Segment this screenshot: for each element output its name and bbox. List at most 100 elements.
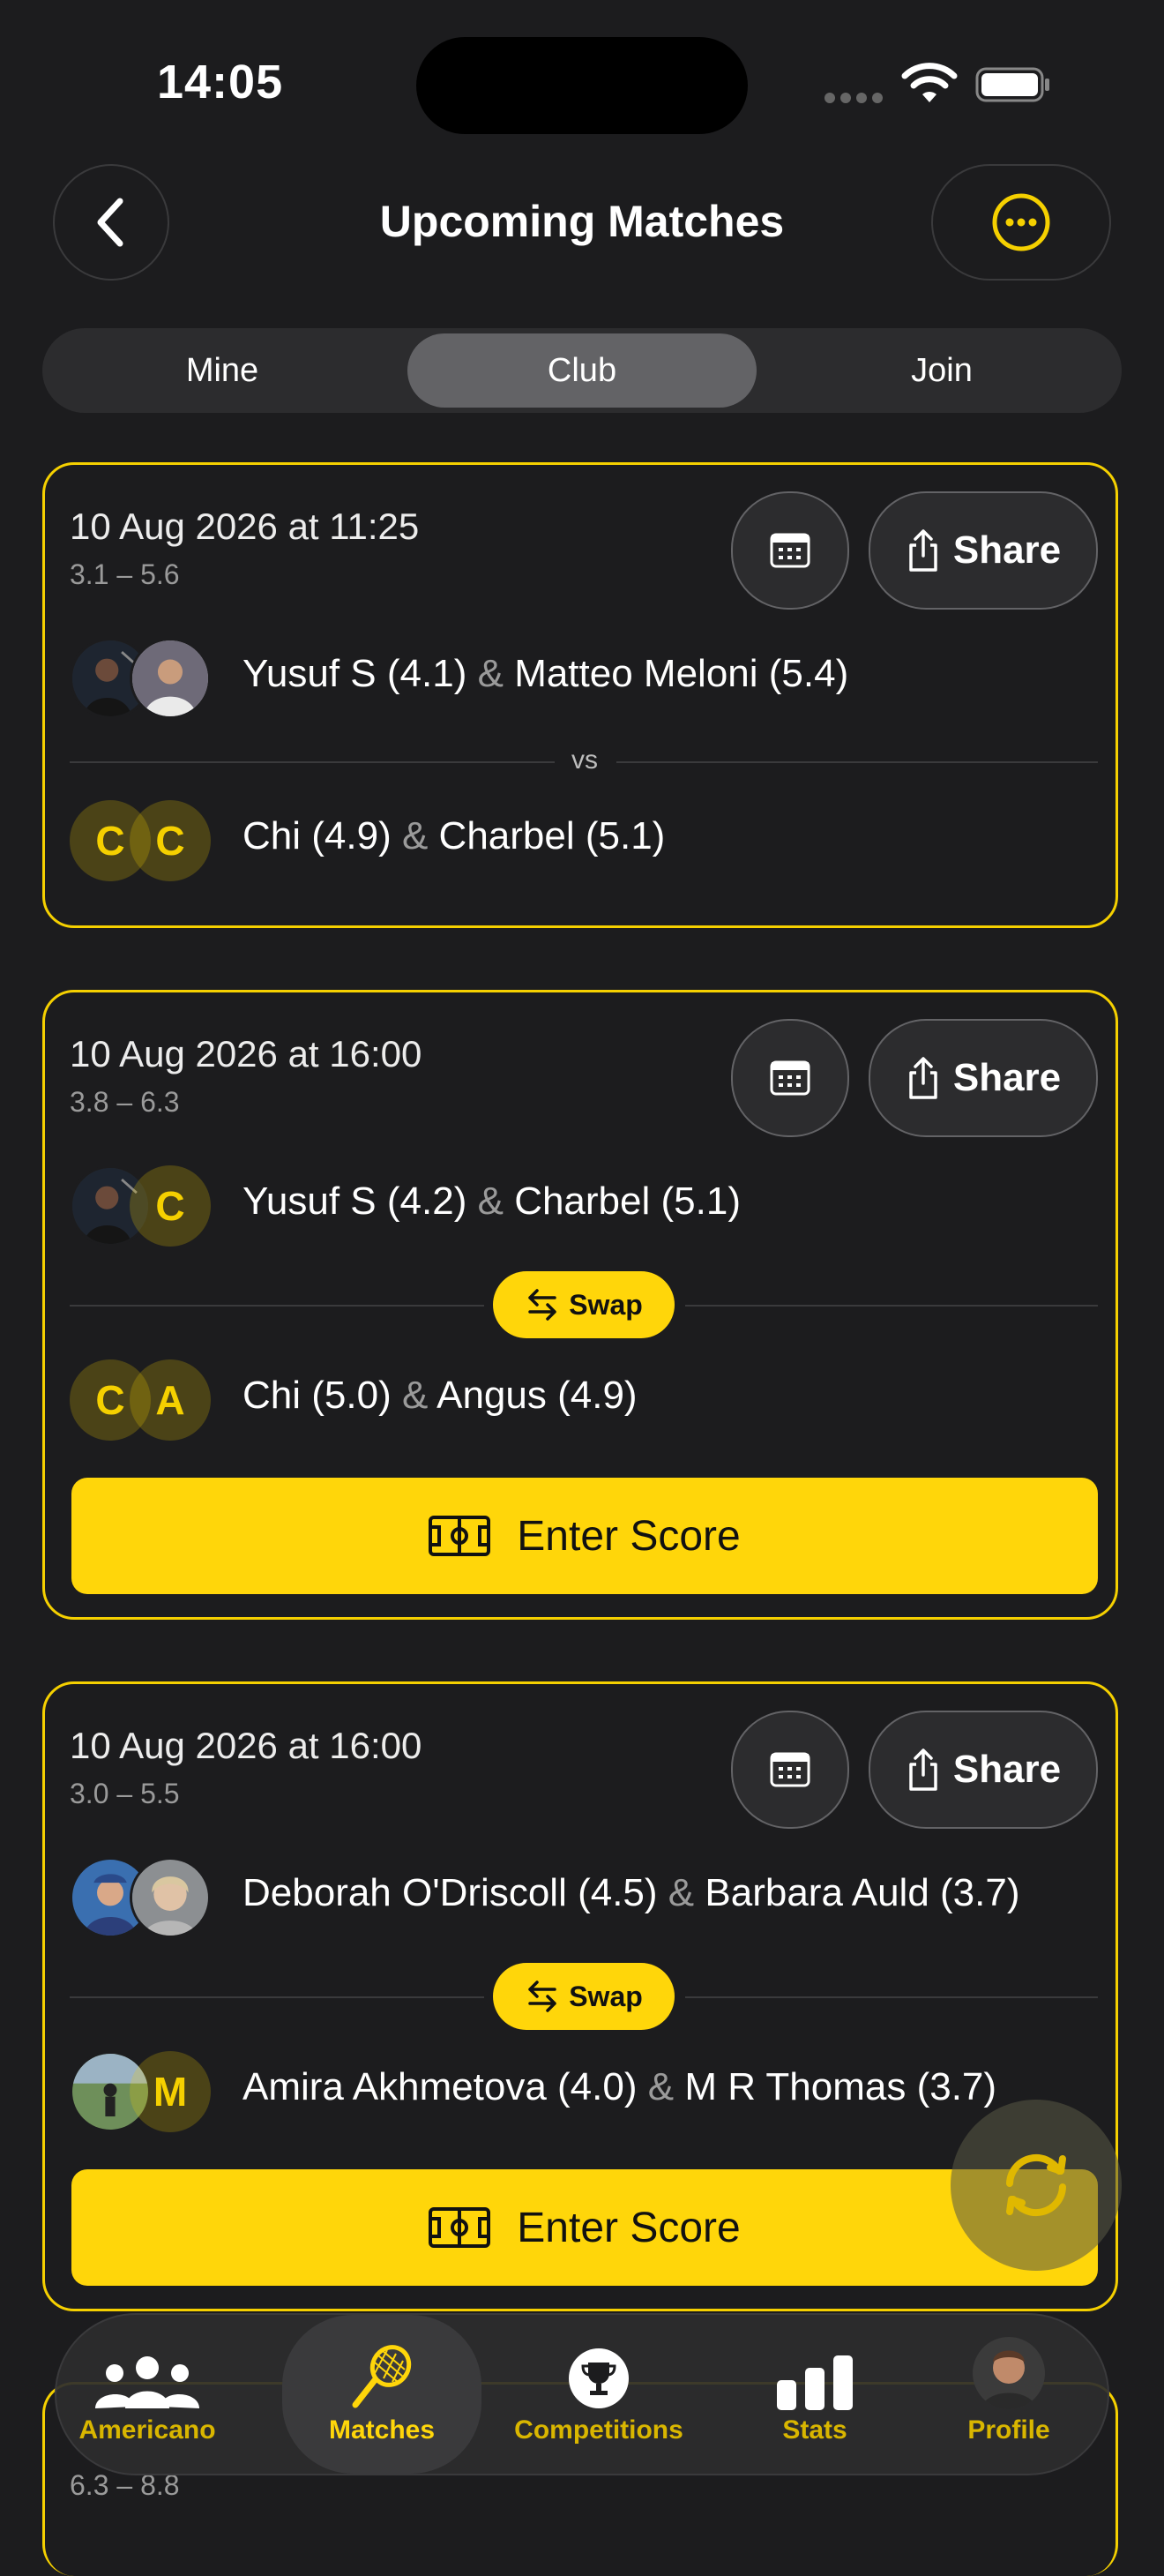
share-label: Share: [952, 1748, 1062, 1791]
player-name: Matteo Meloni (5.4): [514, 652, 849, 695]
bar-chart-icon: [777, 2355, 853, 2410]
team-2-players: Chi (5.0) & Angus (4.9): [242, 1374, 638, 1418]
tab-stats[interactable]: Stats: [727, 2315, 903, 2474]
add-to-calendar-button[interactable]: [731, 1019, 849, 1137]
enter-score-button[interactable]: Enter Score: [71, 2169, 1098, 2286]
swap-teams-button[interactable]: Swap: [493, 1963, 675, 2030]
team-1-players: Yusuf S (4.1) & Matteo Meloni (5.4): [242, 652, 848, 696]
court-icon: [429, 1516, 491, 1556]
vs-label: vs: [571, 745, 598, 775]
ampersand: &: [647, 2065, 675, 2108]
share-label: Share: [952, 528, 1062, 572]
player-name: Amira Akhmetova (4.0): [242, 2065, 638, 2108]
tab-matches[interactable]: Matches: [282, 2315, 481, 2474]
divider: [70, 1996, 484, 1998]
tab-label: Matches: [328, 2415, 436, 2445]
ampersand: &: [477, 652, 504, 695]
court-icon: [429, 2207, 491, 2248]
share-icon: [909, 529, 937, 572]
swap-teams-button[interactable]: Swap: [493, 1271, 675, 1338]
team-1-players: Yusuf S (4.2) & Charbel (5.1): [242, 1179, 741, 1224]
divider: [685, 1996, 1098, 1998]
more-options-button[interactable]: [931, 164, 1111, 281]
divider: [616, 761, 1098, 763]
share-label: Share: [952, 1056, 1062, 1099]
calendar-icon: [770, 533, 810, 568]
match-rating-range: 3.1 – 5.6: [70, 558, 180, 590]
tab-label: Stats: [782, 2415, 847, 2445]
divider: [70, 1305, 484, 1307]
refresh-icon: [1006, 2153, 1066, 2217]
match-date: 10 Aug 2026 at 16:00: [70, 1033, 422, 1075]
tab-label: Americano: [78, 2415, 216, 2445]
segment-mine[interactable]: Mine: [48, 333, 397, 408]
racket-icon: [352, 2345, 412, 2408]
avatar[interactable]: C: [130, 1165, 211, 1247]
tab-americano[interactable]: Americano: [65, 2315, 229, 2474]
tab-competitions[interactable]: Competitions: [497, 2315, 700, 2474]
enter-score-label: Enter Score: [517, 1512, 741, 1560]
player-photo-barbara: [132, 1860, 208, 1936]
player-photo-matteo: [132, 640, 208, 716]
status-time: 14:05: [157, 56, 284, 109]
player-name: Yusuf S (4.2): [242, 1179, 467, 1223]
battery-icon: [975, 67, 1049, 102]
player-name: Charbel (5.1): [438, 814, 666, 857]
people-icon: [95, 2356, 199, 2408]
matches-filter-segmented-control: Mine Club Join: [42, 328, 1122, 413]
avatar: [973, 2337, 1045, 2409]
ampersand: &: [401, 814, 429, 857]
ellipsis-circle-icon: [992, 193, 1050, 251]
team-2-players: Chi (4.9) & Charbel (5.1): [242, 814, 665, 858]
tab-label: Profile: [967, 2415, 1050, 2445]
calendar-icon: [770, 1060, 810, 1096]
divider: [70, 761, 555, 763]
calendar-icon: [770, 1752, 810, 1787]
wifi-icon: [901, 63, 958, 102]
avatar[interactable]: [130, 1857, 211, 1938]
trophy-icon: [569, 2348, 629, 2408]
match-rating-range: 3.8 – 6.3: [70, 1086, 180, 1118]
swap-arrows-icon: [528, 1981, 556, 2012]
team-1-players: Deborah O'Driscoll (4.5) & Barbara Auld …: [242, 1871, 1019, 1915]
tab-profile[interactable]: Profile: [921, 2315, 1097, 2474]
dynamic-island: [416, 37, 748, 134]
share-button[interactable]: Share: [869, 1019, 1098, 1137]
enter-score-label: Enter Score: [517, 2204, 741, 2251]
player-name: Angus (4.9): [436, 1374, 638, 1417]
player-name: Charbel (5.1): [514, 1179, 741, 1223]
match-card: 10 Aug 2026 at 11:25 3.1 – 5.6 Share Yus…: [42, 462, 1118, 928]
share-icon: [909, 1749, 937, 1791]
tab-label: Competitions: [514, 2415, 683, 2445]
share-button[interactable]: Share: [869, 1711, 1098, 1829]
segment-join[interactable]: Join: [767, 333, 1116, 408]
tab-bar: Americano Matches Competitions Stats Pro…: [55, 2313, 1109, 2475]
add-to-calendar-button[interactable]: [731, 491, 849, 610]
ampersand: &: [401, 1374, 429, 1417]
player-name: Chi (4.9): [242, 814, 392, 857]
avatar[interactable]: A: [130, 1359, 211, 1441]
player-name: Yusuf S (4.1): [242, 652, 467, 695]
swap-arrows-icon: [528, 1289, 556, 1321]
player-name: Chi (5.0): [242, 1374, 392, 1417]
ampersand: &: [668, 1871, 695, 1914]
avatar[interactable]: [130, 638, 211, 719]
player-name: M R Thomas (3.7): [684, 2065, 997, 2108]
avatar[interactable]: C: [130, 800, 211, 881]
add-to-calendar-button[interactable]: [731, 1711, 849, 1829]
avatar[interactable]: M: [130, 2051, 211, 2132]
share-button[interactable]: Share: [869, 491, 1098, 610]
match-date: 10 Aug 2026 at 16:00: [70, 1725, 422, 1766]
team-2-players: Amira Akhmetova (4.0) & M R Thomas (3.7): [242, 2065, 996, 2109]
match-date: 10 Aug 2026 at 11:25: [70, 505, 420, 547]
player-name: Deborah O'Driscoll (4.5): [242, 1871, 658, 1914]
match-rating-range: 3.0 – 5.5: [70, 1778, 180, 1809]
refresh-button[interactable]: [951, 2100, 1122, 2271]
enter-score-button[interactable]: Enter Score: [71, 1478, 1098, 1594]
swap-label: Swap: [569, 1980, 643, 2012]
divider: [685, 1305, 1098, 1307]
cellular-signal-icon: [824, 92, 888, 108]
segment-club[interactable]: Club: [407, 333, 757, 408]
match-card: 10 Aug 2026 at 16:00 3.8 – 6.3 Share C Y…: [42, 990, 1118, 1620]
ampersand: &: [477, 1179, 504, 1223]
